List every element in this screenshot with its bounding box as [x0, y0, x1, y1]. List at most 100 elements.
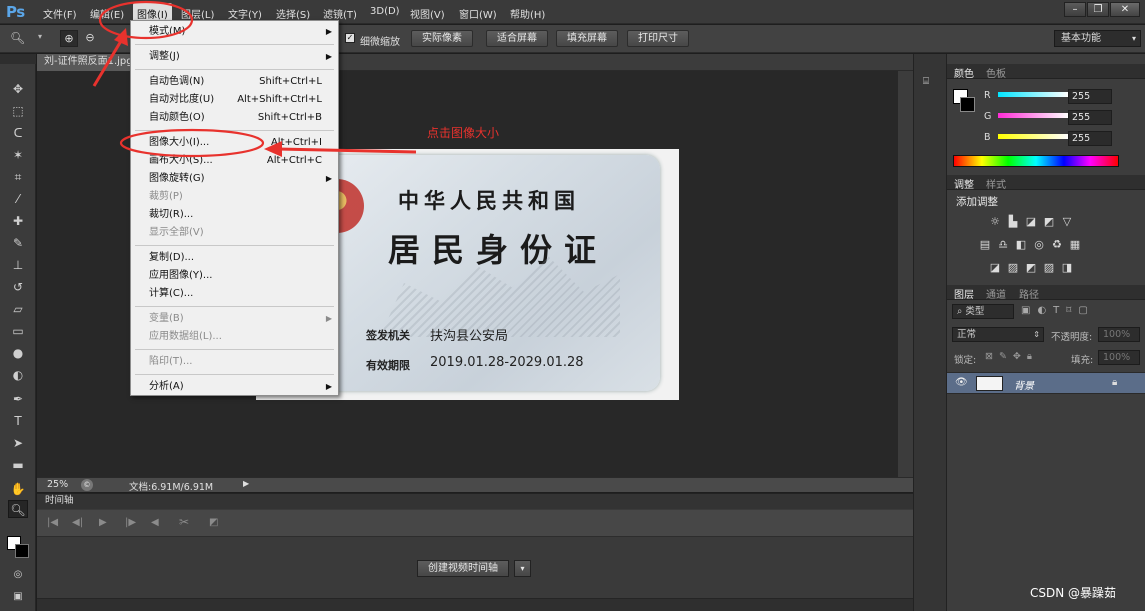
fit-screen-button[interactable]: 适合屏幕 — [486, 30, 548, 47]
zoom-level[interactable]: 25% — [47, 479, 68, 490]
tool-preset-dropdown-icon[interactable]: ▾ — [38, 32, 42, 41]
curves-icon[interactable]: ◪ — [1025, 216, 1037, 227]
first-frame-icon[interactable]: |◀ — [47, 517, 58, 528]
pen-tool-icon[interactable]: ✒ — [8, 390, 28, 408]
levels-icon[interactable]: ▙ — [1007, 216, 1019, 227]
channel-b-slider[interactable] — [998, 134, 1068, 139]
zoom-in-icon[interactable]: ⊕ — [60, 30, 78, 47]
move-tool-icon[interactable]: ✥ — [8, 80, 28, 98]
blur-tool-icon[interactable]: ● — [8, 344, 28, 362]
eyedropper-tool-icon[interactable]: ⁄ — [8, 190, 28, 208]
zoom-tool-selected-icon[interactable]: 🔍︎ — [8, 500, 28, 518]
image-menu-item[interactable]: 分析(A) ▶ — [131, 378, 338, 396]
hue-saturation-icon[interactable]: ▤ — [979, 239, 991, 250]
lock-icons[interactable]: ⊠✎✥🔒︎ — [985, 351, 1038, 362]
info-icon[interactable]: © — [81, 479, 93, 491]
magic-wand-tool-icon[interactable]: ✶ — [8, 146, 28, 164]
eraser-tool-icon[interactable]: ▱ — [8, 300, 28, 318]
fill-screen-button[interactable]: 填充屏幕 — [556, 30, 618, 47]
history-brush-tool-icon[interactable]: ↺ — [8, 278, 28, 296]
clone-stamp-tool-icon[interactable]: ⊥ — [8, 256, 28, 274]
chevron-down-icon[interactable]: ▾ — [514, 560, 531, 577]
tab-swatches[interactable]: 色板 — [986, 65, 1006, 80]
image-menu-item[interactable]: 自动色调(N) Shift+Ctrl+L — [131, 73, 338, 91]
tab-channels[interactable]: 通道 — [986, 286, 1006, 301]
zoom-out-icon[interactable]: ⊖ — [81, 30, 99, 47]
brightness-icon[interactable]: ☼ — [989, 216, 1001, 227]
menu-select[interactable]: 选择(S) — [276, 6, 310, 21]
next-frame-icon[interactable]: |▶ — [125, 517, 136, 528]
menu-3d[interactable]: 3D(D) — [370, 6, 400, 17]
minimize-button[interactable]: – — [1064, 2, 1086, 17]
image-menu-item[interactable]: 调整(J) ▶ — [131, 48, 338, 66]
menu-layer[interactable]: 图层(L) — [181, 6, 214, 21]
image-menu-item[interactable]: 图像旋转(G) ▶ — [131, 170, 338, 188]
path-selection-tool-icon[interactable]: ➤ — [8, 434, 28, 452]
menu-file[interactable]: 文件(F) — [43, 6, 77, 21]
layer-filter-icons[interactable]: ▣◐T⌑▢ — [1021, 305, 1095, 316]
transition-icon[interactable]: ◩ — [209, 517, 218, 528]
gradient-tool-icon[interactable]: ▭ — [8, 322, 28, 340]
marquee-tool-icon[interactable]: ⬚ — [8, 102, 28, 120]
split-scissors-icon[interactable]: ✂ — [179, 515, 189, 529]
vertical-scrollbar[interactable] — [898, 71, 913, 477]
menu-filter[interactable]: 滤镜(T) — [323, 6, 357, 21]
channel-mixer-icon[interactable]: ♻ — [1051, 239, 1063, 250]
shape-tool-icon[interactable]: ▬ — [8, 456, 28, 474]
blend-mode-select[interactable]: 正常 ⇕ — [952, 327, 1044, 342]
photo-filter-icon[interactable]: ◎ — [1033, 239, 1045, 250]
black-white-icon[interactable]: ◧ — [1015, 239, 1027, 250]
image-menu-item[interactable]: 复制(D)... — [131, 249, 338, 267]
history-panel-icon[interactable]: ⌸ — [923, 76, 937, 90]
timeline-tab[interactable]: 时间轴 — [37, 494, 913, 509]
color-background-swatch[interactable] — [960, 97, 975, 112]
image-menu-item[interactable]: 自动对比度(U) Alt+Shift+Ctrl+L — [131, 91, 338, 109]
color-spectrum-bar[interactable] — [953, 155, 1119, 167]
image-menu-item[interactable]: 裁切(R)... — [131, 206, 338, 224]
color-lookup-icon[interactable]: ▦ — [1069, 239, 1081, 250]
tab-paths[interactable]: 路径 — [1019, 286, 1039, 301]
workspace-select[interactable]: 基本功能 ▾ — [1054, 30, 1141, 47]
print-size-button[interactable]: 打印尺寸 — [627, 30, 689, 47]
scrubby-zoom-checkbox[interactable]: ✓ — [345, 33, 355, 43]
image-menu-item[interactable]: 图像大小(I)... Alt+Ctrl+I — [131, 134, 338, 152]
healing-brush-tool-icon[interactable]: ✚ — [8, 212, 28, 230]
opacity-field[interactable]: 100% — [1098, 327, 1140, 342]
close-button[interactable]: ✕ — [1110, 2, 1140, 17]
eye-visibility-icon[interactable]: 👁︎ — [955, 377, 968, 388]
document-tab[interactable]: 刘-证件照反面1.jpg — [37, 54, 140, 71]
image-menu-item[interactable]: 模式(M) ▶ — [131, 23, 338, 41]
screen-mode-icon[interactable]: ▣ — [8, 588, 28, 606]
exposure-icon[interactable]: ◩ — [1043, 216, 1055, 227]
brush-tool-icon[interactable]: ✎ — [8, 234, 28, 252]
hand-tool-icon[interactable]: ✋ — [8, 480, 28, 498]
invert-icon[interactable]: ◪ — [989, 262, 1001, 273]
image-menu-item[interactable]: 应用图像(Y)... — [131, 267, 338, 285]
channel-g-value[interactable]: 255 — [1068, 110, 1112, 125]
restore-button[interactable]: ❐ — [1087, 2, 1109, 17]
image-menu-item[interactable]: 画布大小(S)... Alt+Ctrl+C — [131, 152, 338, 170]
lasso-tool-icon[interactable]: ᑕ — [8, 124, 28, 142]
selective-color-icon[interactable]: ▨ — [1043, 262, 1055, 273]
layer-name[interactable]: 背景 — [1014, 377, 1034, 392]
menu-window[interactable]: 窗口(W) — [459, 6, 497, 21]
prev-frame-icon[interactable]: ◀| — [72, 517, 83, 528]
channel-b-value[interactable]: 255 — [1068, 131, 1112, 146]
posterize-icon[interactable]: ▨ — [1007, 262, 1019, 273]
color-balance-icon[interactable]: ♎ — [997, 239, 1009, 250]
audio-icon[interactable]: ◀ — [151, 517, 159, 528]
channel-g-slider[interactable] — [998, 113, 1068, 118]
play-icon[interactable]: ▶ — [99, 517, 107, 528]
tab-adjustments[interactable]: 调整 — [954, 176, 974, 191]
tab-layers[interactable]: 图层 — [954, 286, 974, 301]
menu-help[interactable]: 帮助(H) — [510, 6, 545, 21]
menu-type[interactable]: 文字(Y) — [228, 6, 262, 21]
dodge-tool-icon[interactable]: ◐ — [8, 366, 28, 384]
tab-styles[interactable]: 样式 — [986, 176, 1006, 191]
menu-view[interactable]: 视图(V) — [410, 6, 445, 21]
gradient-map-icon[interactable]: ◨ — [1061, 262, 1073, 273]
crop-tool-icon[interactable]: ⌗ — [8, 168, 28, 186]
background-color-swatch[interactable] — [15, 544, 29, 558]
type-tool-icon[interactable]: T — [8, 412, 28, 430]
zoom-tool-icon[interactable]: 🔍︎ — [10, 31, 25, 45]
